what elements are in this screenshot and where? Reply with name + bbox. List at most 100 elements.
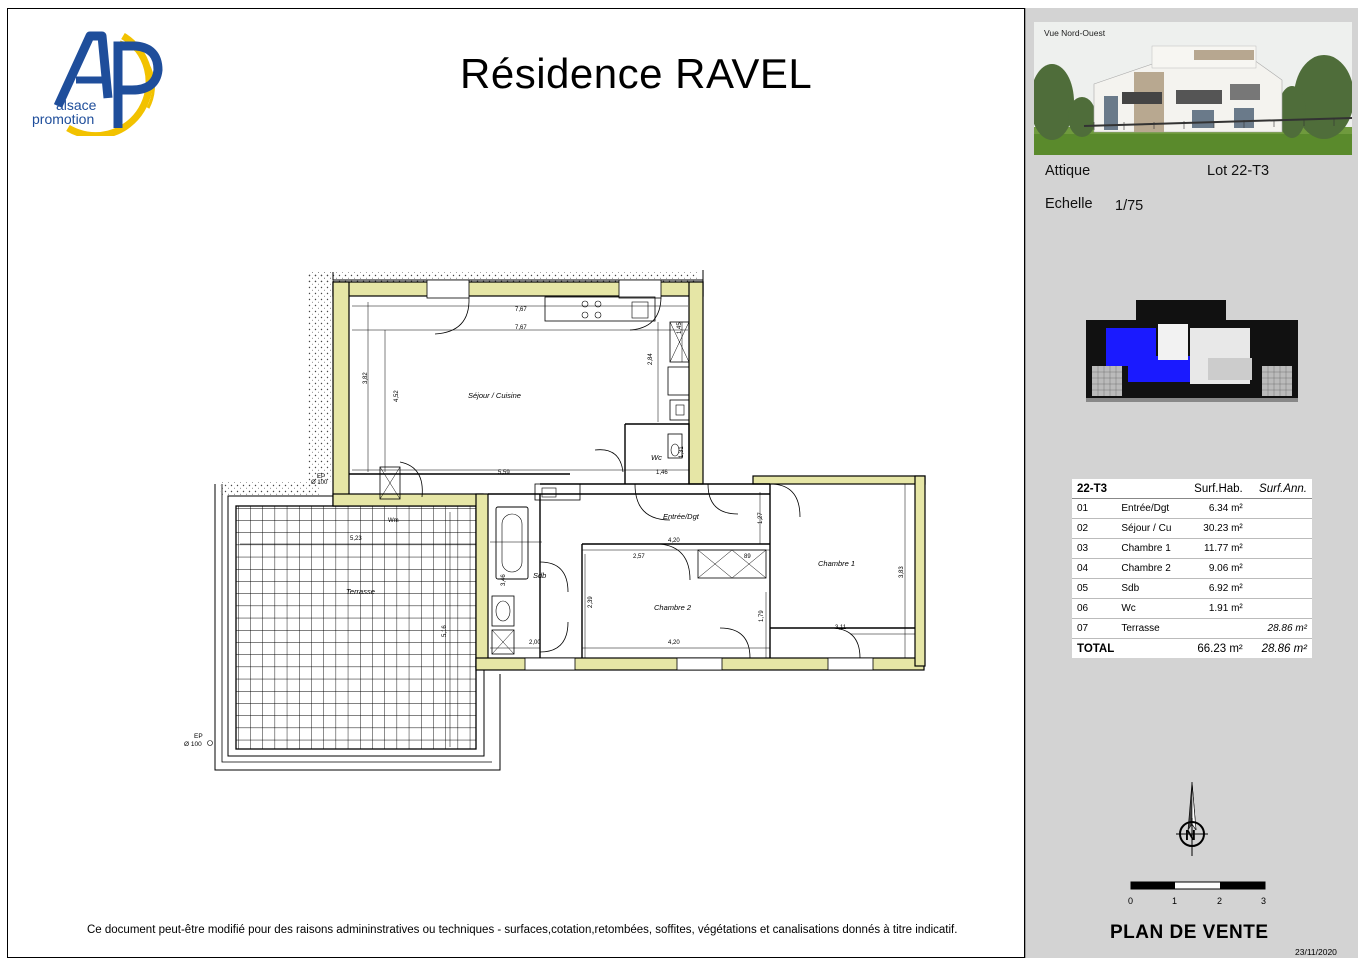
dim-label: 4,20	[668, 640, 680, 646]
dim-label: 1,45	[677, 322, 683, 334]
dim-label: 5,59	[498, 470, 510, 476]
row-num: 04	[1072, 558, 1117, 579]
row-name: Chambre 1	[1116, 538, 1183, 559]
logo-text-alsace: alsace	[56, 97, 97, 113]
sidebar-panel: Vue Nord-Ouest Attique Lot 22-T3 Echelle…	[1025, 8, 1358, 958]
minimap-drawing	[1086, 300, 1298, 402]
dim-label: 3,83	[899, 566, 905, 578]
row-name: Terrasse	[1116, 618, 1183, 639]
row-num: 02	[1072, 518, 1117, 539]
row-ann	[1247, 598, 1312, 619]
page-title: Résidence RAVEL	[460, 50, 813, 97]
row-num: 06	[1072, 598, 1117, 619]
dim-label: 1,31	[679, 446, 685, 458]
row-name: Sdb	[1116, 578, 1183, 599]
floor-plan-drawing: Séjour / Cuisine Wc Entrée/Dgt Sdb Chamb…	[184, 270, 926, 771]
disclaimer-note: Ce document peut-être modifié pour des r…	[87, 924, 958, 936]
north-arrow-icon: N	[1174, 780, 1214, 858]
table-header-lot: 22-T3	[1072, 479, 1117, 499]
floor-minimap	[1086, 298, 1298, 402]
dim-label: 2,84	[648, 353, 654, 365]
dim-label: 5,23	[350, 536, 362, 542]
row-hab: 9.06 m²	[1182, 558, 1248, 579]
dim-label: 2,00	[529, 640, 541, 646]
building-photo-icon	[1034, 22, 1352, 155]
row-ann	[1247, 498, 1312, 519]
table-row: 05 Sdb 6.92 m²	[1072, 578, 1312, 599]
row-hab: 11.77 m²	[1182, 538, 1248, 559]
row-name: Wc	[1116, 598, 1183, 619]
building-render-image: Vue Nord-Ouest	[1034, 22, 1352, 155]
scale-value: 1/75	[1115, 198, 1144, 214]
dim-label: 7,67	[515, 307, 527, 313]
scale-tick: 1	[1172, 896, 1177, 906]
table-header-hab: Surf.Hab.	[1182, 479, 1248, 499]
dim-label: 2,57	[633, 554, 645, 560]
row-hab: 1.91 m²	[1182, 598, 1248, 619]
dim-label: 3,82	[363, 372, 369, 384]
row-ann: 28.86 m²	[1247, 618, 1312, 639]
table-header-row: 22-T3 Surf.Hab. Surf.Ann.	[1072, 479, 1312, 499]
table-row: 03 Chambre 1 11.77 m²	[1072, 538, 1312, 559]
scale-tick: 0	[1128, 896, 1133, 906]
table-row: 04 Chambre 2 9.06 m²	[1072, 558, 1312, 579]
company-logo: alsace promotion	[28, 28, 178, 140]
dim-label: 4,52	[394, 390, 400, 402]
dim-label: 89	[744, 554, 751, 560]
logo-text-promotion: promotion	[32, 111, 95, 127]
lot-label: Lot 22-T3	[1207, 163, 1270, 179]
row-ann	[1247, 578, 1312, 599]
row-name: Entrée/Dgt	[1116, 498, 1183, 519]
scale-tick: 3	[1261, 896, 1266, 906]
dim-label: 4,20	[668, 538, 680, 544]
row-hab: 6.34 m²	[1182, 498, 1248, 519]
table-row: 07 Terrasse 28.86 m²	[1072, 618, 1312, 639]
row-num: 05	[1072, 578, 1117, 599]
table-header-ann: Surf.Ann.	[1247, 479, 1312, 499]
room-label-sdb: Sdb	[533, 571, 546, 580]
ep-label: EP	[194, 733, 203, 740]
table-row: 06 Wc 1.91 m²	[1072, 598, 1312, 619]
dim-label: 1,46	[656, 470, 668, 476]
dim-label: 3,11	[835, 625, 847, 631]
room-label-chambre1: Chambre 1	[818, 559, 855, 568]
total-label: TOTAL	[1072, 638, 1183, 658]
total-ann: 28.86 m²	[1247, 638, 1312, 658]
room-label-terrasse: Terrasse	[346, 587, 375, 596]
row-ann	[1247, 558, 1312, 579]
dim-label: Wm	[388, 518, 399, 524]
row-num: 01	[1072, 498, 1117, 519]
room-label-entree: Entrée/Dgt	[663, 512, 700, 521]
dim-label: 2,39	[588, 596, 594, 608]
photo-caption: Vue Nord-Ouest	[1044, 28, 1106, 38]
room-label-sejour: Séjour / Cuisine	[468, 391, 521, 400]
row-ann	[1247, 518, 1312, 539]
row-num: 07	[1072, 618, 1117, 639]
total-hab: 66.23 m²	[1182, 638, 1248, 658]
floor-plan: Séjour / Cuisine Wc Entrée/Dgt Sdb Chamb…	[170, 262, 940, 782]
plan-de-vente-label: PLAN DE VENTE	[1110, 922, 1269, 943]
row-num: 03	[1072, 538, 1117, 559]
compass-letter: N	[1185, 827, 1196, 844]
row-hab: 30.23 m²	[1182, 518, 1248, 539]
row-name: Chambre 2	[1116, 558, 1183, 579]
scale-bar: 0 1 2 3	[1124, 878, 1274, 918]
row-ann	[1247, 538, 1312, 559]
room-label-chambre2: Chambre 2	[654, 603, 692, 612]
dim-label: 3,46	[501, 574, 507, 586]
table-total-row: TOTAL 66.23 m² 28.86 m²	[1072, 638, 1312, 658]
row-name: Séjour / Cu	[1116, 518, 1183, 539]
table-row: 01 Entrée/Dgt 6.34 m²	[1072, 498, 1312, 519]
room-label-wc: Wc	[651, 453, 662, 462]
row-hab	[1182, 618, 1248, 639]
ep-size: Ø 100	[184, 741, 202, 748]
row-hab: 6.92 m²	[1182, 578, 1248, 599]
scale-label: Echelle	[1045, 196, 1093, 212]
surface-table: 22-T3 Surf.Hab. Surf.Ann. 01 Entrée/Dgt …	[1072, 479, 1312, 658]
dim-label: 5,16	[442, 625, 448, 637]
scale-tick: 2	[1217, 896, 1222, 906]
dim-label: 7,67	[515, 325, 527, 331]
level-label: Attique	[1045, 163, 1091, 179]
ep-size: Ø 100	[311, 480, 328, 486]
document-date: 23/11/2020	[1295, 947, 1337, 957]
